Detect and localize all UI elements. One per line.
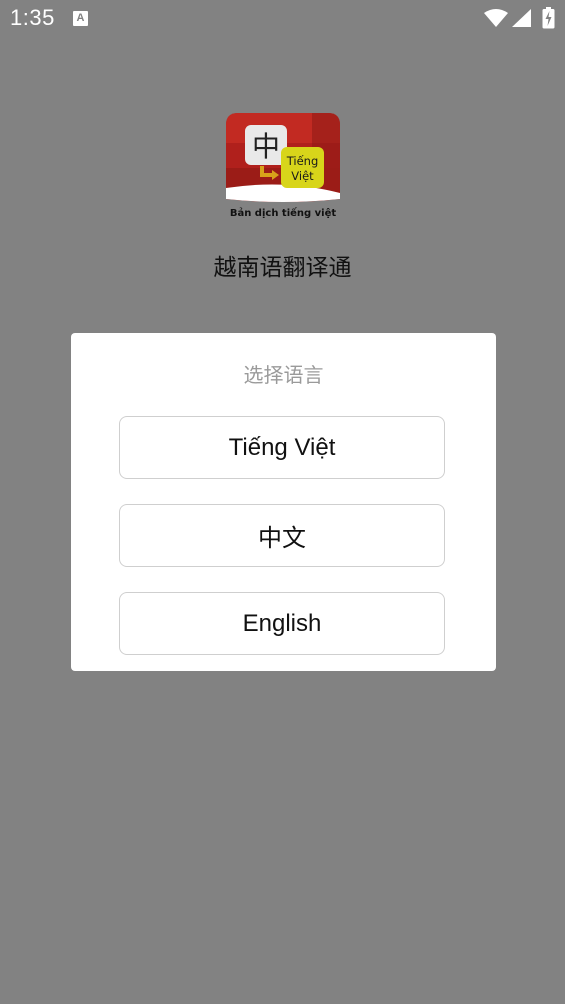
status-time: 1:35 (10, 5, 55, 30)
app-logo-graphic: 中 Tiếng Việt Bản dịch tiếng việt (226, 113, 340, 219)
wifi-icon (484, 9, 508, 27)
language-option-english[interactable]: English (119, 592, 445, 655)
cell-signal-icon (512, 9, 531, 27)
font-a-icon: A (73, 11, 88, 26)
app-title: 越南语翻译通 (213, 255, 352, 281)
status-bar: 1:35 A (0, 0, 565, 38)
language-dialog: 选择语言 Tiếng Việt 中文 English (71, 333, 496, 671)
logo-badge-line1: Tiếng (286, 154, 319, 168)
language-option-label: 中文 (258, 524, 306, 552)
language-option-label: Tiếng Việt (228, 433, 336, 461)
app-logo: 中 Tiếng Việt Bản dịch tiếng việt (226, 113, 340, 221)
battery-charging-icon (542, 7, 555, 29)
language-option-vietnamese[interactable]: Tiếng Việt (119, 416, 445, 479)
logo-badge-line2: Việt (291, 169, 314, 183)
logo-glyph: 中 (252, 130, 280, 163)
language-option-label: English (242, 609, 322, 637)
language-option-chinese[interactable]: 中文 (119, 504, 445, 567)
dialog-title: 选择语言 (243, 363, 324, 387)
logo-caption: Bản dịch tiếng việt (230, 206, 337, 219)
